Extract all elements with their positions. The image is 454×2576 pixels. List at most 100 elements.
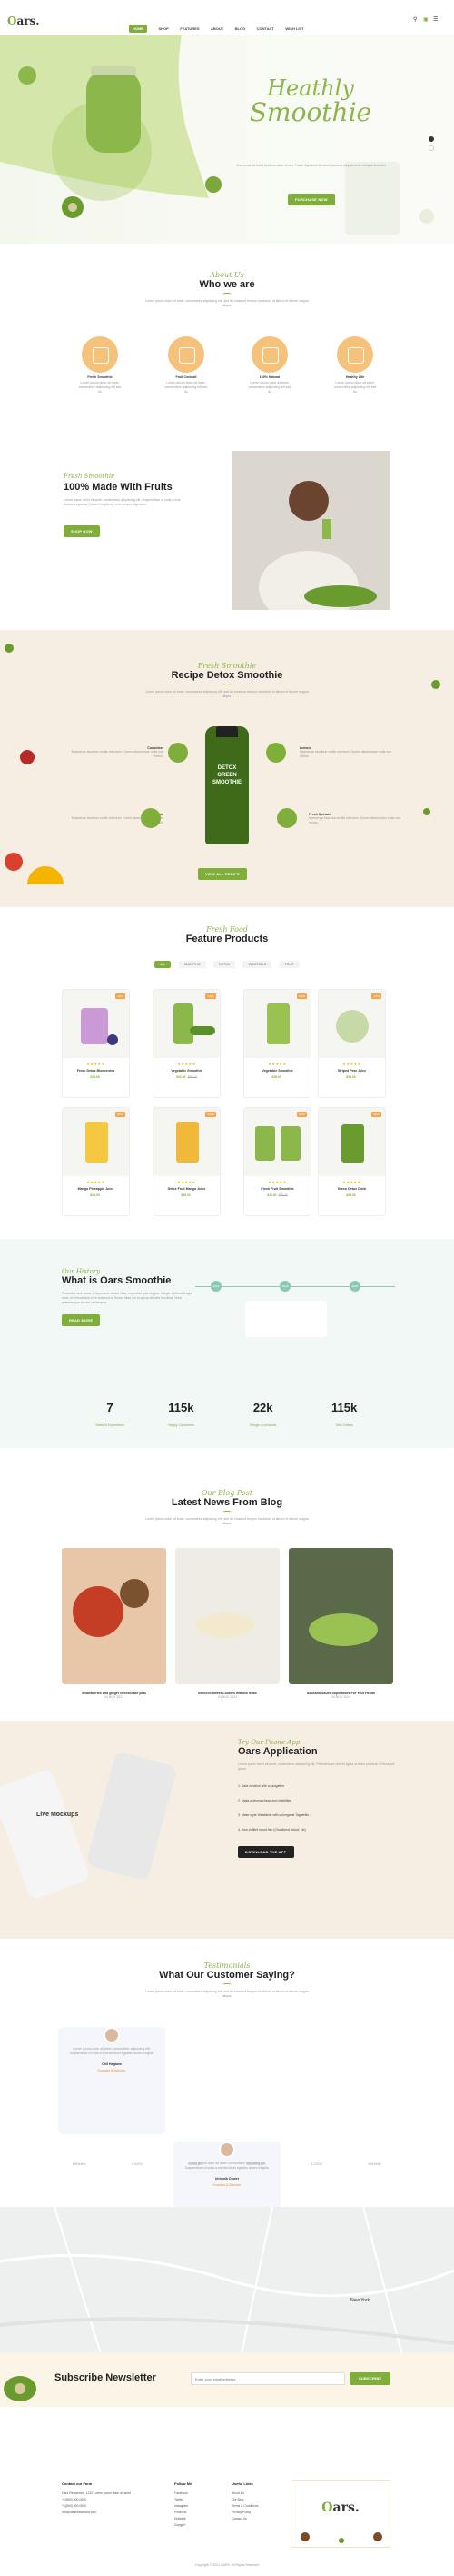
nav-wishlist[interactable]: WISH LIST	[285, 26, 303, 31]
recipe-item-cucumber: Cucumber Maecenas faucibus mollis interd…	[64, 744, 163, 759]
stat-experience: 7 Years of Experience	[95, 1401, 125, 1427]
tab-all[interactable]: ALL	[154, 961, 172, 968]
bottle-label: DETOX GREEN SMOOTHIE	[212, 765, 242, 785]
tab-detox[interactable]: DETOX	[213, 961, 235, 968]
feature-label: Healthy Life	[345, 375, 365, 379]
blog-image	[175, 1548, 280, 1684]
product-name[interactable]: Fresh Detox Blueberries	[63, 1069, 129, 1073]
logo[interactable]: Oars.	[7, 15, 39, 27]
product-card[interactable]: SALE ★★★★★ Detox Fruit Mango Juice $28.0…	[153, 1107, 221, 1216]
nav-blog[interactable]: BLOG	[235, 26, 246, 31]
about-title: Who we are	[199, 279, 255, 290]
footer-link[interactable]: Terms & Conditions	[232, 2504, 286, 2508]
product-name[interactable]: Mango Pineapple Juice	[63, 1187, 129, 1191]
footer-phone[interactable]: +1(800) 000-0000	[62, 2498, 171, 2501]
newsletter-title: Subscribe Newsletter	[54, 2372, 156, 2383]
product-badge: NEW	[297, 993, 307, 999]
blog-card[interactable]: Broccoli Sweet Cookies without leaks 24 …	[175, 1548, 280, 1730]
newsletter-section: Subscribe Newsletter SUBSCRIBE	[0, 2352, 454, 2407]
stat-products: 22k Range of products	[250, 1401, 277, 1427]
social-link[interactable]: Dribbble	[174, 2517, 229, 2521]
stat-orders: 115k Total Orders	[331, 1401, 358, 1427]
blog-card[interactable]: Strawberries and ginger cheesecake pots …	[62, 1548, 166, 1730]
made-script: Fresh Smoothie	[64, 473, 115, 480]
story-script: Our History	[62, 1268, 101, 1275]
product-card[interactable]: NEW ★★★★★ Green Detox Drink $28.00	[318, 1107, 386, 1216]
footer-address: Oars Restaurant, 1212 Lorem ipsum dolor …	[62, 2491, 132, 2495]
brand-logo: BRAND	[188, 2162, 202, 2166]
feature-natural: 100% Natural Lorem ipsum dolor sit amet,…	[247, 336, 292, 394]
testimonial-text: Lorem ipsum dolor sit amet, consectetur …	[69, 2047, 154, 2055]
timeline-year[interactable]: 2020	[350, 1281, 360, 1292]
tab-smoothie[interactable]: SMOOTHIE	[178, 961, 206, 968]
tab-vegetable[interactable]: VEGETABLE	[242, 961, 272, 968]
nav-home[interactable]: HOME	[129, 25, 147, 33]
slider-dot-1[interactable]	[429, 136, 434, 142]
footer-phone[interactable]: +1(800) 000-0000	[62, 2504, 171, 2508]
product-name[interactable]: Striped Pear Juice	[319, 1069, 385, 1073]
smoothie-icon	[82, 336, 118, 373]
product-card[interactable]: NEW ★★★★★ Mango Pineapple Juice $28.00	[62, 1107, 130, 1216]
purchase-now-button[interactable]: PURCHASE NOW	[288, 194, 335, 205]
nav-about[interactable]: ABOUT	[211, 26, 223, 31]
footer-link[interactable]: Privacy Policy	[232, 2511, 286, 2514]
product-badge: -15%	[370, 993, 381, 999]
timeline-year[interactable]: 2012	[211, 1281, 222, 1292]
cucumber-icon	[168, 743, 188, 763]
recipe-item-desc: Maecenas faucibus mollis interdum. Donec…	[300, 750, 392, 758]
nav-contact[interactable]: CONTACT	[257, 26, 274, 31]
footer-link[interactable]: About Us	[232, 2491, 286, 2495]
footer-heading: Useful Links	[232, 2481, 253, 2486]
footer-logo[interactable]: Oars.	[291, 2501, 390, 2515]
nav-shop[interactable]: SHOP	[158, 26, 168, 31]
product-name[interactable]: Fresh Fruit Smoothie	[244, 1187, 311, 1191]
product-card[interactable]: -15% ★★★★★ Striped Pear Juice $28.00	[318, 989, 386, 1098]
products-script: Fresh Food	[206, 925, 248, 934]
footer-link[interactable]: Contact Us	[232, 2517, 286, 2521]
product-card[interactable]: NEW ★★★★★ Fresh Fruit Smoothie $42.00 $55…	[243, 1107, 311, 1216]
product-card[interactable]: -20% ★★★★★ Fresh Detox Blueberries $28.0…	[62, 989, 130, 1098]
feature-label: 100% Natural	[259, 375, 281, 379]
social-link[interactable]: Facebook	[174, 2491, 229, 2495]
tab-fruit[interactable]: FRUIT	[279, 961, 300, 968]
hero-section: Heathly Smoothie Maecenas sit amet fauci…	[0, 35, 454, 244]
menu-icon[interactable]: ☰	[433, 16, 438, 23]
download-app-button[interactable]: DOWNLOAD THE APP	[238, 1846, 294, 1858]
product-card[interactable]: SALE ★★★★★ Vegetable Smoothie $42.00 $55.…	[153, 989, 221, 1098]
detox-bottle: DETOX GREEN SMOOTHIE	[205, 726, 249, 844]
product-name[interactable]: Vegetable Smoothie	[153, 1069, 220, 1073]
nav-features[interactable]: FEATURES	[180, 26, 199, 31]
social-link[interactable]: Twitter	[174, 2498, 229, 2501]
slider-dot-2[interactable]	[429, 145, 434, 151]
newsletter-email-input[interactable]	[191, 2372, 345, 2385]
made-with-fruits: Fresh Smoothie 100% Made With Fruits Lor…	[64, 473, 191, 537]
search-icon[interactable]: ⚲	[413, 16, 417, 23]
made-desc: Lorem ipsum dolor sit amet, consectetur …	[64, 498, 181, 506]
rating-stars: ★★★★★	[342, 1180, 361, 1184]
spinach-icon	[277, 808, 297, 828]
testimonial-role: Founder & Director	[212, 2183, 242, 2187]
testimonials-title: What Our Customer Saying?	[159, 1970, 295, 1981]
product-name[interactable]: Vegetable Smoothie	[244, 1069, 311, 1073]
product-card[interactable]: NEW ★★★★★ Vegetable Smoothie $28.00	[243, 989, 311, 1098]
timeline-year[interactable]: 2018	[280, 1281, 291, 1292]
testimonials-script: Testimonials	[203, 1962, 251, 1970]
social-link[interactable]: Google+	[174, 2523, 229, 2527]
view-all-recipe-button[interactable]: VIEW ALL RECIPE	[198, 868, 247, 880]
read-more-button[interactable]: READ MORE	[62, 1314, 101, 1326]
shop-now-button[interactable]: SHOP NOW	[64, 525, 100, 537]
footer-email[interactable]: info@oarsrestaurant.com	[62, 2511, 171, 2514]
social-link[interactable]: Instagram	[174, 2504, 229, 2508]
footer-link[interactable]: Our Blog	[232, 2498, 286, 2501]
product-name[interactable]: Detox Fruit Mango Juice	[153, 1187, 220, 1191]
blog-card[interactable]: Avocado Sauce Superfoods For Your Health…	[289, 1548, 393, 1730]
product-price: $42.00 $55.00	[176, 1075, 197, 1079]
product-name[interactable]: Green Detox Drink	[319, 1187, 385, 1191]
avatar	[219, 2142, 235, 2158]
product-tabs: ALL SMOOTHIE DETOX VEGETABLE FRUIT	[0, 954, 454, 970]
subscribe-button[interactable]: SUBSCRIBE	[350, 2372, 391, 2385]
recipe-item-desc: Maecenas faucibus mollis interdum. Donec…	[309, 816, 401, 824]
social-link[interactable]: Pinterest	[174, 2511, 229, 2514]
cart-icon[interactable]: ▣	[423, 16, 429, 23]
about-desc: Lorem ipsum dolor sit amet, consectetur …	[145, 299, 309, 307]
